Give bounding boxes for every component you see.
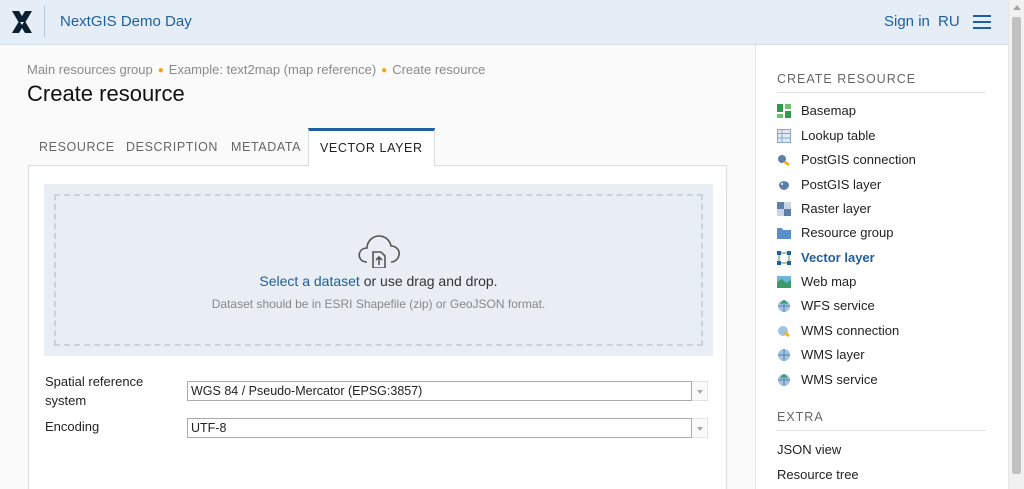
- wms-service-icon: [778, 373, 790, 386]
- srs-label-line1: Spatial reference: [45, 374, 144, 389]
- sidebar-item-label: Resource group: [801, 225, 894, 240]
- encoding-select[interactable]: UTF-8: [187, 418, 692, 438]
- drag-drop-text: or use drag and drop.: [359, 273, 498, 289]
- encoding-dropdown-arrow-icon[interactable]: [692, 418, 708, 438]
- sidebar-item-label: WMS connection: [801, 323, 900, 338]
- sidebar-item-label: PostGIS layer: [801, 177, 882, 192]
- sign-in-link[interactable]: Sign in: [884, 13, 930, 30]
- tab-resource[interactable]: RESOURCE: [28, 128, 126, 166]
- dataset-upload-zone[interactable]: Select a dataset or use drag and drop. D…: [44, 184, 713, 356]
- encoding-label: Encoding: [45, 419, 100, 434]
- srs-label-line2: system: [45, 393, 87, 408]
- sidebar-item-label: Raster layer: [801, 201, 872, 216]
- postgis-layer-icon: [779, 181, 789, 190]
- header-divider: [44, 6, 45, 37]
- sidebar-item-label: WMS layer: [801, 347, 865, 362]
- json-view-link[interactable]: JSON view: [777, 442, 841, 457]
- breadcrumb: Main resources group ● Example: text2map (…: [27, 62, 485, 77]
- postgis-connection-icon: [778, 155, 790, 166]
- sidebar: CREATE RESOURCE Basemap Lookup table Pos…: [755, 45, 1008, 489]
- top-navbar: NextGIS Demo Day Sign in RU: [0, 0, 1024, 45]
- extra-heading: EXTRA: [777, 410, 986, 431]
- breadcrumb-item-example[interactable]: Example: text2map (map reference): [169, 62, 376, 77]
- sidebar-item-label: Web map: [801, 274, 857, 289]
- app-title[interactable]: NextGIS Demo Day: [60, 13, 192, 30]
- create-resource-heading: CREATE RESOURCE: [777, 72, 986, 93]
- sidebar-item-label: WMS service: [801, 372, 878, 387]
- sidebar-item-label: PostGIS connection: [801, 152, 916, 167]
- lookup-table-icon: [777, 129, 791, 143]
- nextgis-logo-icon[interactable]: [11, 10, 33, 34]
- sidebar-item-label: Lookup table: [801, 128, 876, 143]
- srs-select[interactable]: WGS 84 / Pseudo-Mercator (EPSG:3857): [187, 381, 692, 401]
- breadcrumb-separator: ●: [381, 65, 388, 76]
- select-dataset-link[interactable]: Select a dataset: [259, 273, 359, 289]
- upload-format-hint: Dataset should be in ESRI Shapefile (zip…: [211, 297, 546, 311]
- wms-connection-icon: [778, 326, 790, 337]
- scroll-up-arrow-icon[interactable]: [1013, 5, 1021, 10]
- upload-instruction: Select a dataset or use drag and drop.: [56, 273, 701, 289]
- folder-icon: [777, 228, 791, 239]
- basemap-icon: [777, 104, 791, 118]
- breadcrumb-item-main-group[interactable]: Main resources group: [27, 62, 153, 77]
- main-content: Main resources group ● Example: text2map (…: [0, 45, 755, 489]
- sidebar-item-label: WFS service: [801, 298, 875, 313]
- breadcrumb-separator: ●: [157, 65, 164, 76]
- vector-layer-panel: Select a dataset or use drag and drop. D…: [28, 166, 727, 489]
- page-title: Create resource: [27, 81, 185, 106]
- cloud-upload-icon: [358, 235, 400, 268]
- language-switch[interactable]: RU: [938, 13, 960, 30]
- page-scrollbar[interactable]: [1008, 0, 1024, 489]
- tab-bar: RESOURCE DESCRIPTION METADATA VECTOR LAY…: [28, 128, 727, 167]
- tab-vector-layer[interactable]: VECTOR LAYER: [308, 128, 435, 167]
- raster-layer-icon: [777, 202, 791, 216]
- srs-dropdown-arrow-icon[interactable]: [692, 381, 708, 401]
- sidebar-item-label: Basemap: [801, 103, 856, 118]
- web-map-icon: [777, 276, 791, 288]
- sidebar-item-label: Vector layer: [801, 250, 875, 265]
- tab-metadata[interactable]: METADATA: [220, 128, 312, 166]
- breadcrumb-item-current: Create resource: [392, 62, 486, 77]
- dropzone-border: Select a dataset or use drag and drop. D…: [54, 194, 703, 346]
- wfs-service-icon: [778, 299, 790, 312]
- wms-layer-icon: [778, 349, 790, 361]
- resource-tree-link[interactable]: Resource tree: [777, 467, 859, 482]
- srs-label: Spatial reference system: [45, 372, 143, 410]
- vector-layer-icon: [777, 251, 791, 265]
- scrollbar-thumb[interactable]: [1012, 17, 1021, 474]
- hamburger-menu-icon[interactable]: [973, 15, 991, 29]
- tab-description[interactable]: DESCRIPTION: [115, 128, 229, 166]
